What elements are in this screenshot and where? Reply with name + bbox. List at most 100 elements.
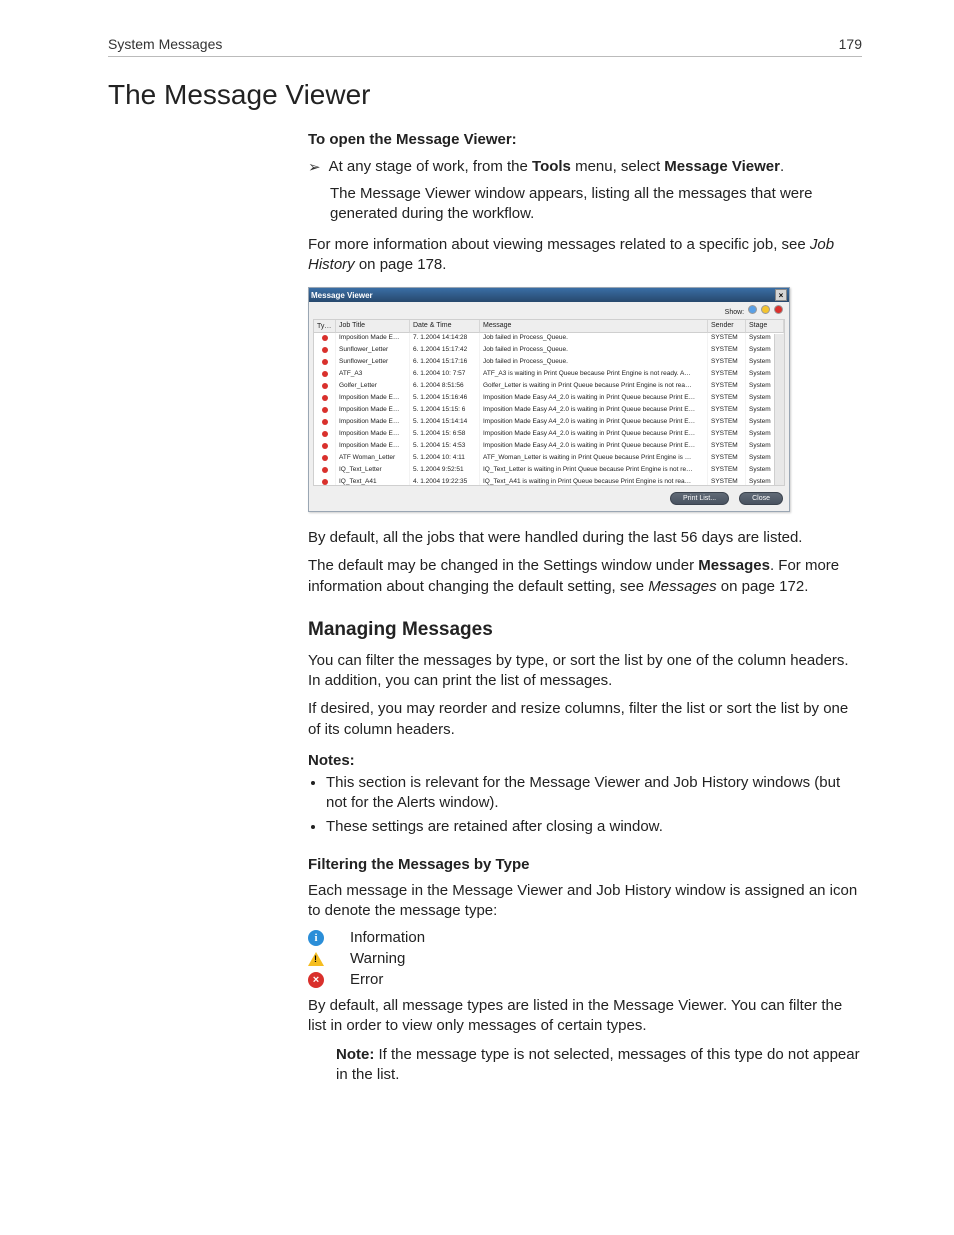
below-shot-2: The default may be changed in the Settin… <box>308 556 862 597</box>
cell-msg: Job failed in Process_Queue. <box>480 357 708 369</box>
cell-sender: SYSTEM <box>708 477 746 486</box>
mm-para-2: If desired, you may reorder and resize c… <box>308 699 862 740</box>
col-message[interactable]: Message <box>480 320 708 333</box>
filter-info-icon[interactable] <box>748 305 757 314</box>
cell-job: Imposition Made E… <box>336 333 410 345</box>
cell-dt: 6. 1.2004 15:17:42 <box>410 345 480 357</box>
cell-job: Imposition Made E… <box>336 417 410 429</box>
cell-job: Imposition Made E… <box>336 405 410 417</box>
error-dot-icon <box>322 407 328 413</box>
warning-icon <box>308 952 324 966</box>
table-row[interactable]: ATF_A36. 1.2004 10: 7:57ATF_A3 is waitin… <box>314 369 784 381</box>
cell-job: ATF Woman_Letter <box>336 453 410 465</box>
mv-grid: Type ∇ Job Title Date & Time Message Sen… <box>313 319 785 486</box>
step-result: The Message Viewer window appears, listi… <box>330 184 862 225</box>
table-row[interactable]: Imposition Made E…5. 1.2004 15:16:46Impo… <box>314 393 784 405</box>
error-dot-icon <box>322 455 328 461</box>
cell-job: IQ_Text_Letter <box>336 465 410 477</box>
cell-job: Sunflower_Letter <box>336 345 410 357</box>
table-row[interactable]: Imposition Made E…5. 1.2004 15: 6:58Impo… <box>314 429 784 441</box>
error-dot-icon <box>322 335 328 341</box>
col-type[interactable]: Type ∇ <box>314 320 336 333</box>
table-row[interactable]: ATF Woman_Letter5. 1.2004 10: 4:11ATF_Wo… <box>314 453 784 465</box>
cell-job: Imposition Made E… <box>336 441 410 453</box>
error-dot-icon <box>322 359 328 365</box>
table-row[interactable]: IQ_Text_Letter5. 1.2004 9:52:51IQ_Text_L… <box>314 465 784 477</box>
scrollbar[interactable] <box>774 334 784 485</box>
table-row[interactable]: Imposition Made E…5. 1.2004 15: 4:53Impo… <box>314 441 784 453</box>
filter-default: By default, all message types are listed… <box>308 996 862 1037</box>
col-sender[interactable]: Sender <box>708 320 746 333</box>
error-dot-icon <box>322 419 328 425</box>
table-row[interactable]: Sunflower_Letter6. 1.2004 15:17:16Job fa… <box>314 357 784 369</box>
error-dot-icon <box>322 479 328 485</box>
page-title: The Message Viewer <box>108 79 862 111</box>
message-viewer-window: Message Viewer × Show: Type ∇ Job Title … <box>308 287 790 512</box>
cell-dt: 5. 1.2004 15:14:14 <box>410 417 480 429</box>
table-row[interactable]: IQ_Text_A414. 1.2004 19:22:35IQ_Text_A41… <box>314 477 784 486</box>
error-dot-icon <box>322 395 328 401</box>
cell-dt: 5. 1.2004 15: 4:53 <box>410 441 480 453</box>
cell-sender: SYSTEM <box>708 441 746 453</box>
cell-dt: 7. 1.2004 14:14:28 <box>410 333 480 345</box>
note-item: These settings are retained after closin… <box>326 817 862 837</box>
col-date-time[interactable]: Date & Time <box>410 320 480 333</box>
cell-msg: Imposition Made Easy A4_2.0 is waiting i… <box>480 405 708 417</box>
cell-job: Sunflower_Letter <box>336 357 410 369</box>
notes-label: Notes: <box>308 752 862 769</box>
procedure-title: To open the Message Viewer: <box>308 131 862 148</box>
step-1-text: At any stage of work, from the Tools men… <box>329 158 862 176</box>
table-row[interactable]: Imposition Made E…5. 1.2004 15:14:14Impo… <box>314 417 784 429</box>
filter-error-icon[interactable] <box>774 305 783 314</box>
error-dot-icon <box>322 431 328 437</box>
cell-dt: 6. 1.2004 10: 7:57 <box>410 369 480 381</box>
below-shot-1: By default, all the jobs that were handl… <box>308 528 862 548</box>
close-button[interactable]: Close <box>739 492 783 505</box>
error-dot-icon <box>322 383 328 389</box>
cell-msg: Job failed in Process_Queue. <box>480 345 708 357</box>
cell-sender: SYSTEM <box>708 465 746 477</box>
close-icon[interactable]: × <box>775 289 787 301</box>
cell-sender: SYSTEM <box>708 381 746 393</box>
filter-warn-icon[interactable] <box>761 305 770 314</box>
filter-note: Note: If the message type is not selecte… <box>336 1045 862 1086</box>
cell-dt: 5. 1.2004 15: 6:58 <box>410 429 480 441</box>
cell-dt: 5. 1.2004 15:16:46 <box>410 393 480 405</box>
cell-job: ATF_A3 <box>336 369 410 381</box>
cell-msg: IQ_Text_A41 is waiting in Print Queue be… <box>480 477 708 486</box>
cell-msg: Golfer_Letter is waiting in Print Queue … <box>480 381 708 393</box>
cell-msg: Imposition Made Easy A4_2.0 is waiting i… <box>480 429 708 441</box>
info-icon: i <box>308 930 324 946</box>
cell-sender: SYSTEM <box>708 393 746 405</box>
filter-heading: Filtering the Messages by Type <box>308 856 862 873</box>
cell-job: Golfer_Letter <box>336 381 410 393</box>
cross-ref: For more information about viewing messa… <box>308 235 862 276</box>
cell-msg: ATF_Woman_Letter is waiting in Print Que… <box>480 453 708 465</box>
cell-msg: IQ_Text_Letter is waiting in Print Queue… <box>480 465 708 477</box>
legend-info-label: Information <box>350 929 425 946</box>
legend-error-label: Error <box>350 971 383 988</box>
col-stage[interactable]: Stage <box>746 320 784 333</box>
error-icon: × <box>308 972 324 988</box>
table-row[interactable]: Imposition Made E…5. 1.2004 15:15: 6Impo… <box>314 405 784 417</box>
cell-msg: Imposition Made Easy A4_2.0 is waiting i… <box>480 441 708 453</box>
filter-intro: Each message in the Message Viewer and J… <box>308 881 862 922</box>
table-row[interactable]: Imposition Made E…7. 1.2004 14:14:28Job … <box>314 333 784 345</box>
print-list-button[interactable]: Print List... <box>670 492 729 505</box>
heading-managing-messages: Managing Messages <box>308 619 862 641</box>
cell-sender: SYSTEM <box>708 417 746 429</box>
cell-msg: Imposition Made Easy A4_2.0 is waiting i… <box>480 393 708 405</box>
cell-msg: ATF_A3 is waiting in Print Queue because… <box>480 369 708 381</box>
cell-sender: SYSTEM <box>708 429 746 441</box>
cell-sender: SYSTEM <box>708 369 746 381</box>
running-head-left: System Messages <box>108 36 222 52</box>
cell-sender: SYSTEM <box>708 345 746 357</box>
mm-para-1: You can filter the messages by type, or … <box>308 651 862 692</box>
cell-dt: 4. 1.2004 19:22:35 <box>410 477 480 486</box>
table-row[interactable]: Golfer_Letter6. 1.2004 8:51:56Golfer_Let… <box>314 381 784 393</box>
cell-dt: 5. 1.2004 15:15: 6 <box>410 405 480 417</box>
mv-title: Message Viewer <box>311 291 373 300</box>
table-row[interactable]: Sunflower_Letter6. 1.2004 15:17:42Job fa… <box>314 345 784 357</box>
col-job-title[interactable]: Job Title <box>336 320 410 333</box>
cell-dt: 6. 1.2004 15:17:16 <box>410 357 480 369</box>
